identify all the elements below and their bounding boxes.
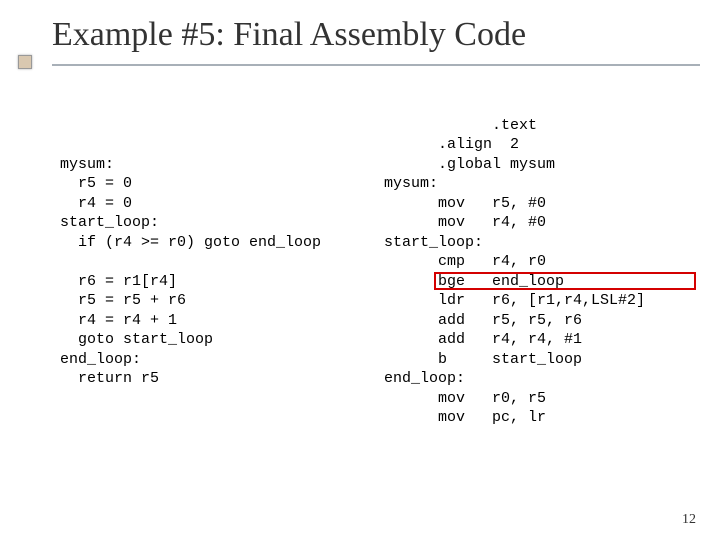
- page-number: 12: [682, 512, 696, 528]
- assembly-column: .text .align 2 .global mysum mysum: mov …: [384, 96, 704, 467]
- slide-content: mysum: r5 = 0 r4 = 0 start_loop: if (r4 …: [0, 66, 720, 467]
- pseudocode-column: mysum: r5 = 0 r4 = 0 start_loop: if (r4 …: [60, 96, 360, 467]
- slide-title-bar: Example #5: Final Assembly Code: [0, 0, 720, 66]
- slide-title: Example #5: Final Assembly Code: [52, 16, 720, 54]
- assembly-code-text: .text .align 2 .global mysum mysum: mov …: [384, 117, 645, 427]
- code-columns: mysum: r5 = 0 r4 = 0 start_loop: if (r4 …: [60, 96, 690, 467]
